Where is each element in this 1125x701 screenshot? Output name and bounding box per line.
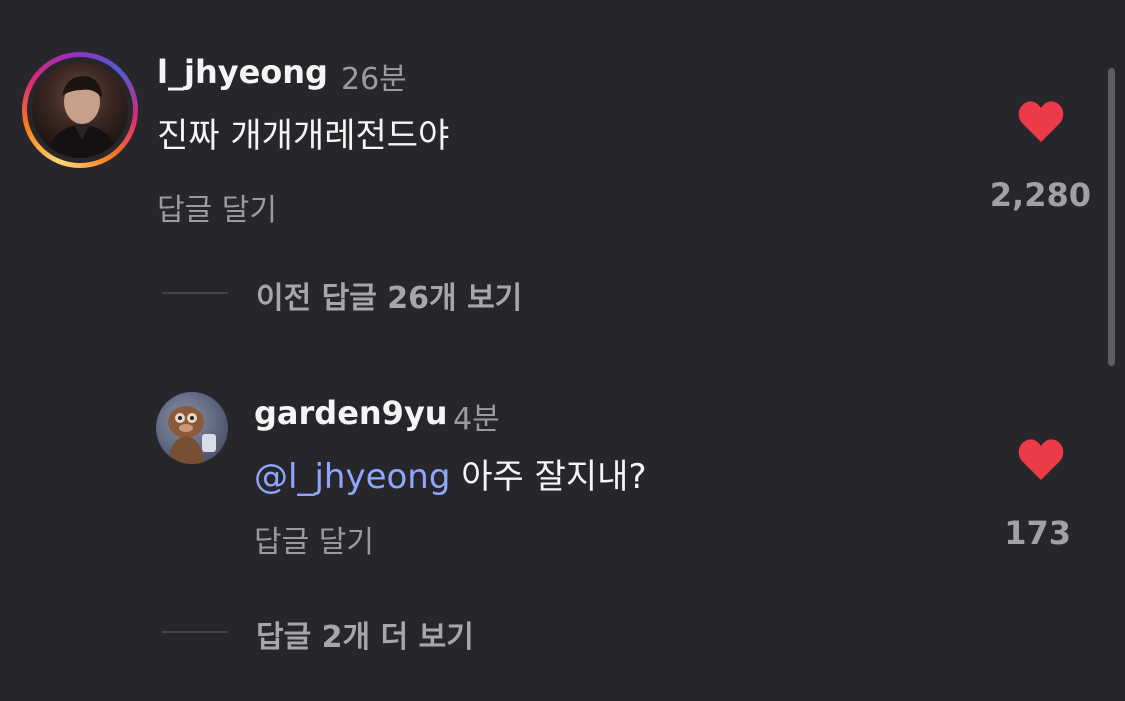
view-previous-replies-button[interactable]: 이전 답글 26개 보기 bbox=[256, 273, 522, 317]
comment-username[interactable]: garden9yu bbox=[254, 394, 448, 432]
view-more-replies-button[interactable]: 답글 2개 더 보기 bbox=[256, 612, 474, 656]
avatar-photo bbox=[168, 406, 216, 464]
comment-time: 26분 bbox=[341, 62, 407, 97]
heart-icon[interactable] bbox=[1017, 438, 1065, 482]
avatar[interactable] bbox=[156, 392, 228, 464]
avatar[interactable] bbox=[32, 62, 128, 158]
comment-username[interactable]: l_jhyeong bbox=[157, 53, 328, 91]
scrollbar[interactable] bbox=[1108, 68, 1115, 366]
comment-time: 4분 bbox=[453, 402, 500, 437]
mention-link[interactable]: @l_jhyeong bbox=[254, 457, 450, 497]
reply-button[interactable]: 답글 달기 bbox=[254, 517, 374, 561]
like-count: 2,280 bbox=[989, 176, 1091, 214]
divider bbox=[162, 631, 228, 633]
heart-icon[interactable] bbox=[1017, 100, 1065, 144]
reply-button[interactable]: 답글 달기 bbox=[157, 185, 277, 229]
comment-text: 진짜 개개개레전드야 bbox=[157, 116, 450, 156]
story-ring[interactable] bbox=[22, 52, 138, 168]
comment-text: @l_jhyeong 아주 잘지내? bbox=[254, 449, 647, 498]
like-count: 173 bbox=[1004, 514, 1071, 552]
avatar-photo bbox=[46, 76, 118, 158]
comment-body: 아주 잘지내? bbox=[461, 457, 647, 497]
divider bbox=[162, 292, 228, 294]
